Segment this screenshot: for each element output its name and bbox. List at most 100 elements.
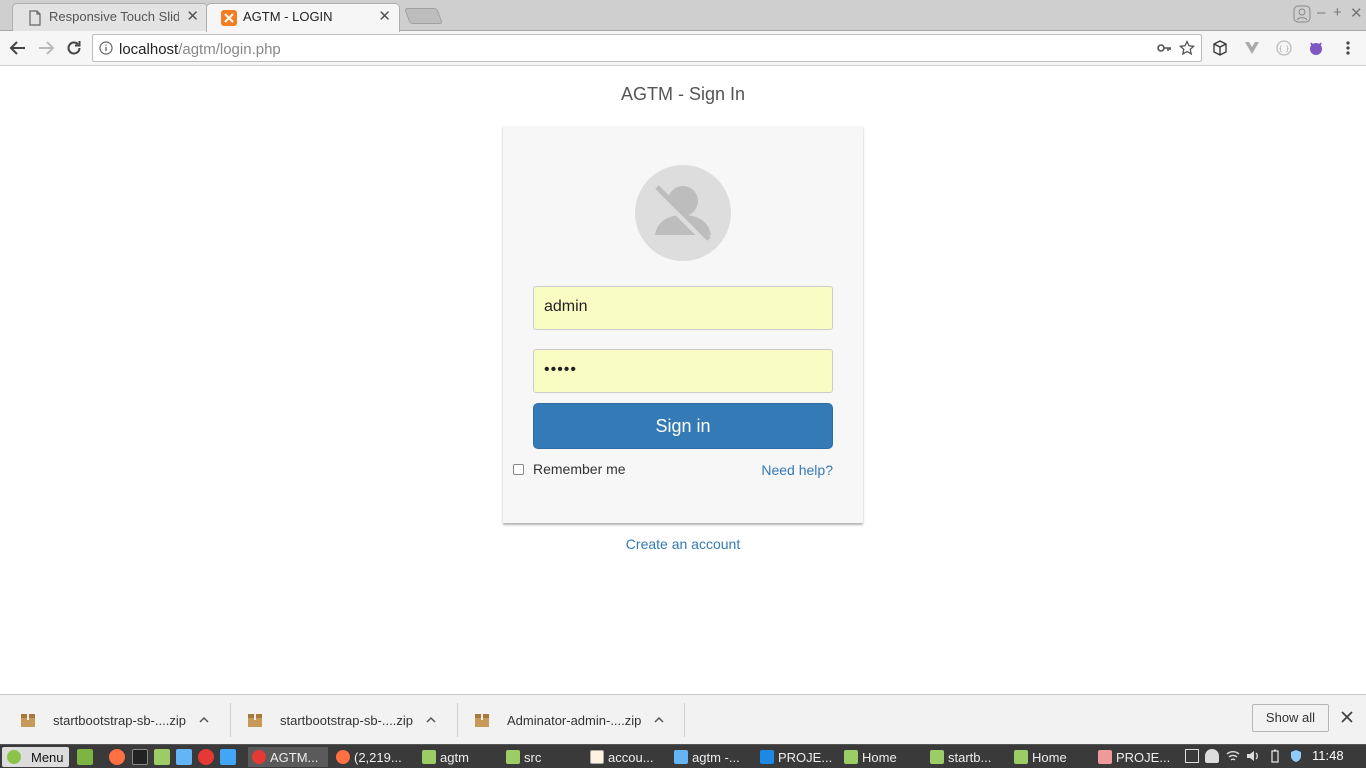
taskbar-window-virtualbox[interactable]: agtm -... [670, 747, 750, 767]
close-tab-icon[interactable]: ✕ [378, 7, 391, 25]
user-slash-icon [654, 185, 712, 246]
page-content: AGTM - Sign In admin ••••• Sign in Remem… [0, 66, 1366, 694]
back-button[interactable] [6, 36, 30, 60]
download-item[interactable]: startbootstrap-sb-....zip [20, 695, 210, 745]
close-window-icon[interactable]: ✕ [1350, 4, 1363, 22]
url-text: localhost/agtm/login.php [119, 41, 281, 58]
wifi-icon[interactable] [1226, 749, 1240, 763]
battery-icon[interactable] [1268, 749, 1282, 763]
menu-label: Menu [31, 749, 64, 765]
cube-extension-icon[interactable] [1210, 38, 1230, 58]
key-icon[interactable] [1156, 40, 1172, 56]
chevron-up-icon[interactable] [653, 714, 665, 726]
taskbar-window-folder[interactable]: src [502, 747, 582, 767]
divider [457, 703, 458, 737]
taskbar-window-editor[interactable]: accou... [586, 747, 666, 767]
json-extension-icon[interactable]: { } [1274, 38, 1294, 58]
remember-me-label: Remember me [533, 461, 626, 477]
svg-text:{ }: { } [1278, 45, 1289, 53]
taskbar-window-folder[interactable]: agtm [418, 747, 498, 767]
info-icon[interactable] [99, 41, 113, 55]
tab-title: AGTM - LOGIN [243, 9, 333, 24]
volume-icon[interactable] [1246, 749, 1260, 763]
download-item[interactable]: Adminator-admin-....zip [474, 695, 665, 745]
download-shelf: startbootstrap-sb-....zip startbootstrap… [0, 694, 1366, 744]
chrome-icon[interactable] [198, 749, 214, 765]
terminal-icon[interactable] [132, 749, 148, 765]
arrow-left-icon [9, 41, 25, 55]
folder-icon [422, 750, 436, 764]
taskbar: Menu AGTM... (2,219... agtm src accou...… [0, 744, 1366, 768]
virtualbox-icon[interactable] [176, 749, 192, 765]
minimize-icon[interactable]: – [1317, 4, 1325, 21]
remember-me[interactable]: Remember me [513, 461, 626, 477]
folder-icon [506, 750, 520, 764]
xampp-manager-icon[interactable] [220, 749, 236, 765]
virtualbox-icon [674, 750, 688, 764]
files-icon[interactable] [154, 749, 170, 765]
taskbar-window-folder[interactable]: Home [1010, 747, 1090, 767]
address-bar[interactable]: localhost/agtm/login.php [92, 34, 1202, 62]
tab-responsive-touch-slider[interactable]: Responsive Touch Slider ✕ [12, 3, 208, 31]
show-desktop-icon[interactable] [77, 749, 93, 765]
firefox-icon [336, 750, 350, 764]
password-field[interactable]: ••••• [533, 349, 833, 393]
remember-me-checkbox[interactable] [513, 463, 524, 475]
folder-icon [930, 750, 944, 764]
maximize-icon[interactable]: + [1333, 4, 1342, 21]
reload-icon [67, 41, 81, 55]
screen-icon[interactable] [1185, 749, 1199, 763]
chevron-up-icon[interactable] [425, 714, 437, 726]
create-account-link[interactable]: Create an account [626, 536, 740, 552]
more-menu-icon[interactable] [1338, 38, 1358, 58]
new-tab-button[interactable] [404, 8, 443, 24]
folder-icon [844, 750, 858, 764]
login-card: admin ••••• Sign in Remember me Need hel… [503, 126, 863, 523]
show-all-button[interactable]: Show all [1252, 704, 1329, 732]
taskbar-window-image[interactable]: PROJE... [1094, 747, 1174, 767]
page-title: AGTM - Sign In [620, 84, 746, 104]
tab-title: Responsive Touch Slider [49, 9, 179, 24]
download-filename: startbootstrap-sb-....zip [53, 712, 186, 728]
sign-in-button[interactable]: Sign in [533, 403, 833, 449]
reload-button[interactable] [62, 36, 86, 60]
tab-agtm-login[interactable]: AGTM - LOGIN ✕ [206, 3, 400, 32]
close-icon[interactable] [1339, 709, 1355, 725]
document-icon [760, 750, 774, 764]
package-icon [21, 714, 35, 727]
octocat-extension-icon[interactable] [1306, 38, 1326, 58]
chrome-icon [252, 750, 266, 764]
taskbar-window-chrome[interactable]: AGTM... [248, 747, 328, 767]
chevron-up-icon[interactable] [198, 714, 210, 726]
browser-toolbar: localhost/agtm/login.php { } [0, 31, 1366, 66]
firefox-icon[interactable] [109, 749, 125, 765]
username-field[interactable]: admin [533, 286, 833, 330]
clock[interactable]: 11:48 [1312, 748, 1344, 763]
package-icon [475, 714, 489, 727]
xampp-icon [221, 10, 237, 26]
download-item[interactable]: startbootstrap-sb-....zip [247, 695, 437, 745]
image-file-icon [1098, 750, 1112, 764]
create-account-link-wrap: Create an account [0, 536, 1366, 552]
mint-logo-icon [7, 750, 21, 764]
user-icon[interactable] [1205, 749, 1219, 763]
folder-icon [1014, 750, 1028, 764]
download-filename: startbootstrap-sb-....zip [280, 712, 413, 728]
forward-button[interactable] [34, 36, 58, 60]
taskbar-window-folder[interactable]: Home [840, 747, 920, 767]
taskbar-window-folder[interactable]: startb... [926, 747, 1006, 767]
star-icon[interactable] [1179, 40, 1195, 56]
tab-strip: Responsive Touch Slider ✕ AGTM - LOGIN ✕… [0, 0, 1366, 32]
shield-icon[interactable] [1289, 749, 1303, 763]
taskbar-window-firefox[interactable]: (2,219... [332, 747, 412, 767]
profile-icon[interactable] [1293, 5, 1311, 23]
divider [684, 703, 685, 737]
package-icon [248, 714, 262, 727]
vue-extension-icon[interactable] [1242, 38, 1262, 58]
need-help-link[interactable]: Need help? [761, 462, 833, 478]
start-menu-button[interactable]: Menu [2, 747, 69, 767]
avatar [635, 165, 731, 261]
taskbar-window-document[interactable]: PROJE... [756, 747, 836, 767]
close-tab-icon[interactable]: ✕ [186, 7, 199, 25]
download-filename: Adminator-admin-....zip [507, 712, 642, 728]
